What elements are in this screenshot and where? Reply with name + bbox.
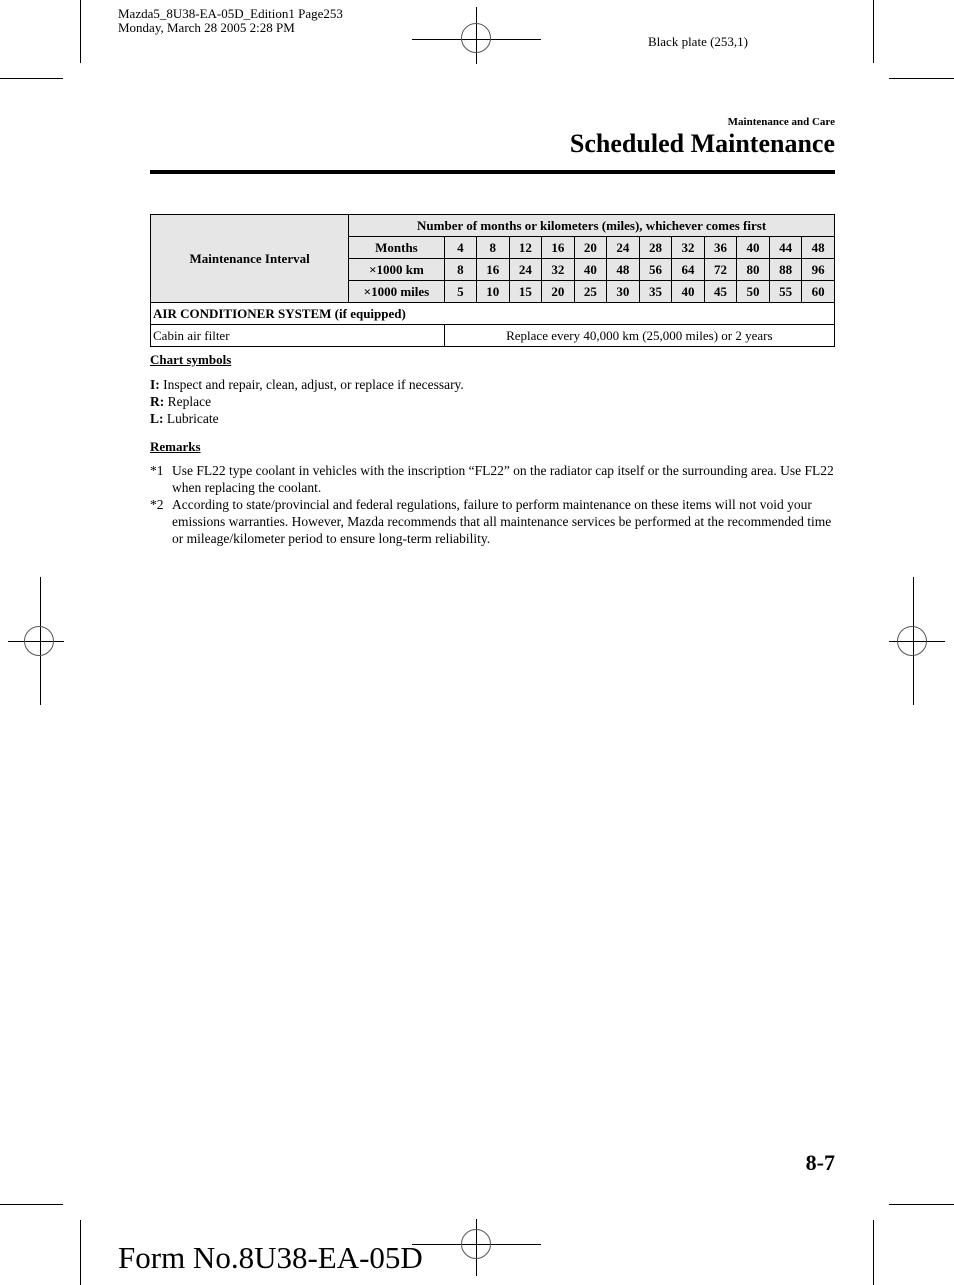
remark-text: According to state/provincial and federa… (172, 497, 832, 546)
interval-value: 15 (508, 280, 543, 303)
form-number: Form No.8U38-EA-05D (118, 1240, 423, 1275)
crop-mark (873, 0, 874, 63)
print-info-line1: Mazda5_8U38-EA-05D_Edition1 Page253 (118, 6, 343, 21)
interval-value: 8 (476, 236, 510, 259)
interval-row-label: Months (348, 236, 445, 259)
interval-value: 96 (801, 258, 835, 281)
chart-symbols-list: I: Inspect and repair, clean, adjust, or… (150, 376, 464, 427)
interval-value: 40 (573, 258, 608, 281)
interval-value: 64 (671, 258, 705, 281)
interval-value: 24 (508, 258, 543, 281)
interval-value: 40 (671, 280, 705, 303)
chart-symbols-heading-text: Chart symbols (150, 352, 232, 367)
interval-value: 10 (476, 280, 510, 303)
interval-value: 4 (443, 236, 478, 259)
interval-row-label: ×1000 km (348, 258, 445, 281)
remark-text: Use FL22 type coolant in vehicles with t… (172, 463, 834, 495)
interval-value: 45 (703, 280, 738, 303)
interval-row-label: ×1000 miles (348, 280, 445, 303)
interval-value: 44 (768, 236, 803, 259)
chart-symbol-item: I: Inspect and repair, clean, adjust, or… (150, 376, 464, 393)
page-number: 8-7 (805, 1150, 835, 1175)
interval-value: 48 (801, 236, 835, 259)
crop-mark (889, 1204, 954, 1205)
interval-value: 56 (638, 258, 673, 281)
chart-symbol-item: L: Lubricate (150, 410, 464, 427)
maintenance-table: Maintenance Interval Number of months or… (149, 214, 836, 347)
crop-mark (889, 78, 954, 79)
interval-value: 50 (736, 280, 770, 303)
chart-symbol-key: R: (150, 394, 165, 409)
registration-circle (24, 626, 54, 656)
crop-mark (80, 1220, 81, 1285)
remark-mark: *2 (150, 497, 164, 512)
remark-mark: *1 (150, 463, 164, 478)
interval-value: 16 (476, 258, 510, 281)
chart-symbol-key: I: (150, 377, 160, 392)
print-info-line2: Monday, March 28 2005 2:28 PM (118, 20, 295, 35)
title-rule (150, 170, 835, 174)
interval-value: 55 (768, 280, 803, 303)
interval-header: Maintenance Interval (149, 214, 350, 303)
chart-symbol-key: L: (150, 411, 164, 426)
crop-mark (0, 78, 63, 79)
interval-value: 88 (768, 258, 803, 281)
interval-value: 5 (443, 280, 478, 303)
chart-symbol-text: Replace (164, 394, 212, 409)
crop-mark (80, 0, 81, 63)
chart-symbol-text: Lubricate (163, 411, 219, 426)
page-title: Scheduled Maintenance (569, 129, 835, 158)
interval-value: 32 (671, 236, 705, 259)
interval-value: 8 (443, 258, 478, 281)
registration-circle (897, 626, 927, 656)
remark-item: *2 According to state/provincial and fede… (150, 496, 840, 547)
print-info: Mazda5_8U38-EA-05D_Edition1 Page253 Mond… (118, 7, 343, 35)
item-schedule: Replace every 40,000 km (25,000 miles) o… (443, 324, 836, 347)
interval-value: 80 (736, 258, 770, 281)
interval-value: 12 (508, 236, 543, 259)
interval-value: 48 (606, 258, 640, 281)
interval-value: 28 (638, 236, 673, 259)
crop-mark (0, 1204, 63, 1205)
table-header-row: Maintenance Interval Number of months or… (149, 214, 835, 303)
interval-value: 60 (801, 280, 835, 303)
chart-symbols-heading: Chart symbols (150, 351, 231, 369)
interval-value: 16 (541, 236, 575, 259)
remarks-list: *1 Use FL22 type coolant in vehicles with… (150, 462, 840, 547)
section-row: AIR CONDITIONER SYSTEM (if equipped) (150, 302, 835, 325)
chart-symbol-text: Inspect and repair, clean, adjust, or re… (159, 377, 464, 392)
remarks-heading: Remarks (150, 438, 201, 456)
interval-value: 20 (573, 236, 608, 259)
crop-mark (873, 1220, 874, 1285)
table-row: Cabin air filter Replace every 40,000 km … (150, 324, 836, 347)
remark-item: *1 Use FL22 type coolant in vehicles with… (150, 462, 840, 496)
interval-value: 36 (703, 236, 738, 259)
interval-value: 32 (541, 258, 575, 281)
interval-value: 35 (638, 280, 673, 303)
interval-value: 40 (736, 236, 770, 259)
remarks-heading-text: Remarks (150, 439, 201, 454)
section-title: AIR CONDITIONER SYSTEM (if equipped) (150, 302, 835, 325)
interval-value: 20 (541, 280, 575, 303)
chart-symbol-item: R: Replace (150, 393, 464, 410)
interval-value: 72 (703, 258, 738, 281)
registration-circle (461, 23, 491, 53)
interval-value: 30 (606, 280, 640, 303)
registration-circle (461, 1229, 491, 1259)
span-header: Number of months or kilometers (miles), … (348, 214, 835, 237)
section-label: Maintenance and Care (727, 116, 835, 128)
plate-label: Black plate (253,1) (648, 34, 748, 49)
interval-value: 25 (573, 280, 608, 303)
item-name: Cabin air filter (150, 324, 445, 347)
interval-value: 24 (606, 236, 640, 259)
